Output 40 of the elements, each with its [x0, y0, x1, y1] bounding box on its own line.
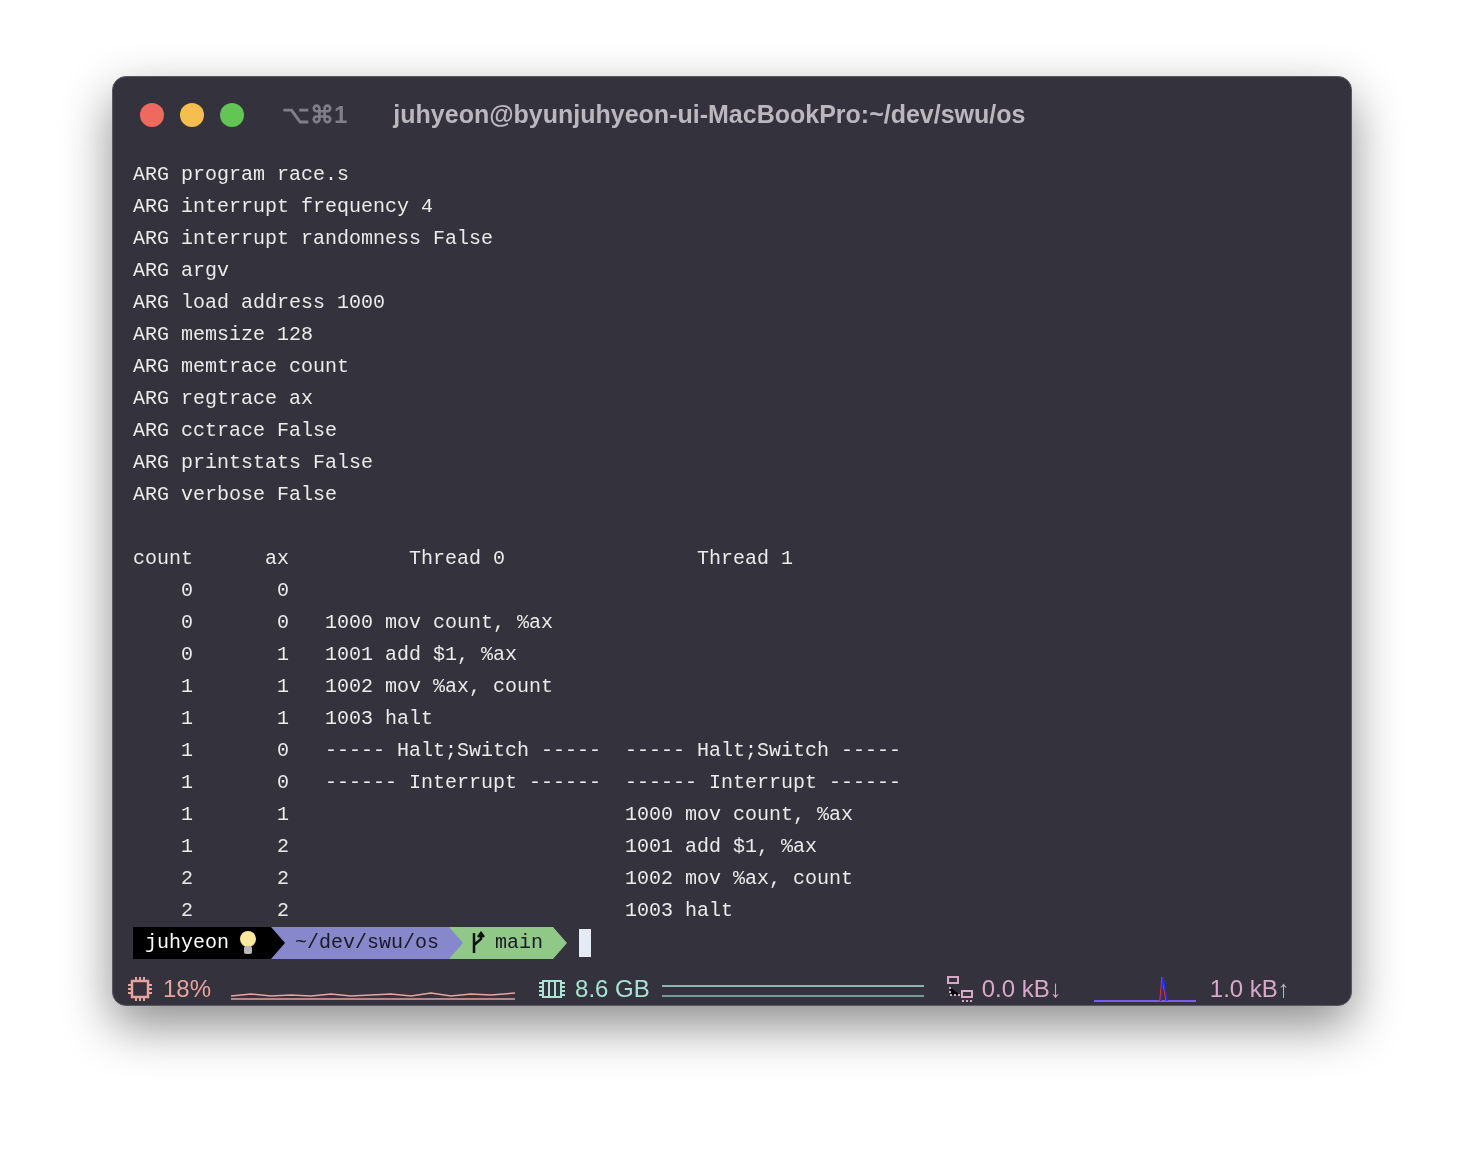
terminal-line: 1 1 1000 mov count, %ax — [180, 802, 854, 828]
terminal-line: 1 2 1001 add $1, %ax — [180, 834, 818, 860]
network-icon — [945, 975, 974, 1003]
terminal-line: 1 0 ----- Halt;Switch ----- ----- Halt;Switch ----- — [180, 738, 902, 764]
terminal-line: 0 1 1001 add $1, %ax — [180, 642, 518, 668]
terminal-line: ARG program race.s — [133, 162, 350, 188]
prompt-branch: main — [495, 930, 544, 956]
terminal-line: ARG cctrace False — [133, 418, 338, 444]
terminal-line: 0 0 1000 mov count, %ax — [180, 610, 554, 636]
prompt-user: juhyeon — [145, 930, 229, 956]
close-button[interactable] — [140, 103, 164, 127]
terminal-line: 0 0 — [180, 578, 290, 604]
terminal-line: ARG memsize 128 — [133, 322, 314, 348]
memory-usage: 8.6 GB — [575, 974, 650, 1004]
memory-icon — [539, 979, 566, 999]
network-upload: 1.0 kB↑ — [1209, 974, 1290, 1004]
cursor — [579, 929, 592, 957]
terminal-line: 1 1 1003 halt — [180, 706, 434, 732]
terminal-line: ARG memtrace count — [133, 354, 350, 380]
terminal-line: ARG interrupt randomness False — [133, 226, 494, 252]
shortcut-label: ⌥⌘1 — [282, 100, 348, 130]
terminal-line: 1 0 ------ Interrupt ------ ------ Interrupt ------ — [180, 770, 902, 796]
terminal-line: 1 1 1002 mov %ax, count — [180, 674, 554, 700]
terminal-line: 2 2 1003 halt — [180, 898, 734, 924]
terminal-line: ARG printstats False — [133, 450, 374, 476]
cpu-icon — [127, 976, 153, 1002]
network-download: 0.0 kB↓ — [981, 974, 1062, 1004]
terminal-line: ARG load address 1000 — [133, 290, 386, 316]
window-title: juhyeon@byunjuhyeon-ui-MacBookPro:~/dev/swu/os — [393, 99, 1026, 131]
minimize-button[interactable] — [180, 103, 204, 127]
terminal-line: ARG regtrace ax — [133, 386, 314, 412]
branch-icon — [471, 931, 486, 955]
lightbulb-icon — [239, 930, 257, 956]
terminal-line: ARG verbose False — [133, 482, 338, 508]
zoom-button[interactable] — [220, 103, 244, 127]
terminal-line: ARG argv — [133, 258, 229, 284]
terminal-line: count ax Thread 0 Thread 1 — [133, 546, 794, 572]
terminal-line: ARG interrupt frequency 4 — [133, 194, 434, 220]
cpu-usage: 18% — [163, 974, 212, 1004]
terminal-line: 2 2 1002 mov %ax, count — [180, 866, 854, 892]
